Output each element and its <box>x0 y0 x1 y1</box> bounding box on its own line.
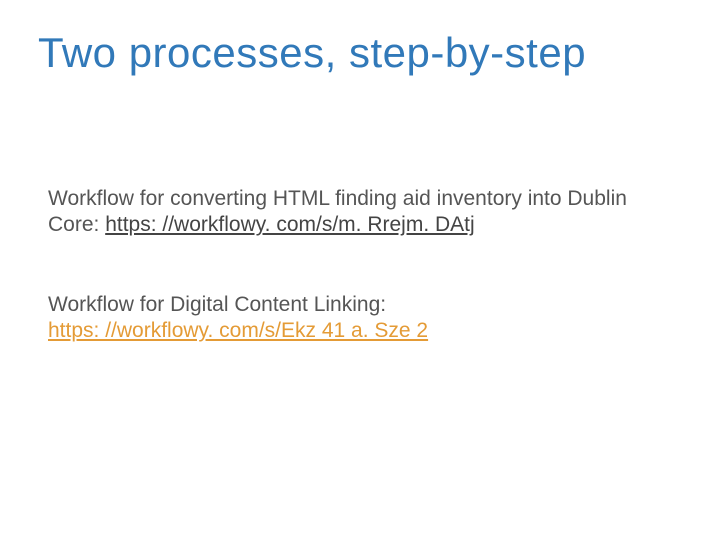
workflow-link-2[interactable]: https: //workflowy. com/s/Ekz 41 a. Sze … <box>48 319 428 342</box>
paragraph-2: Workflow for Digital Content Linking: ht… <box>48 292 680 345</box>
slide: Two processes, step-by-step Workflow for… <box>0 0 720 540</box>
slide-title: Two processes, step-by-step <box>38 30 586 76</box>
paragraph-2-text: Workflow for Digital Content Linking: <box>48 293 386 316</box>
workflow-link-1[interactable]: https: //workflowy. com/s/m. Rrejm. DAtj <box>105 213 475 236</box>
paragraph-1: Workflow for converting HTML finding aid… <box>48 186 680 239</box>
